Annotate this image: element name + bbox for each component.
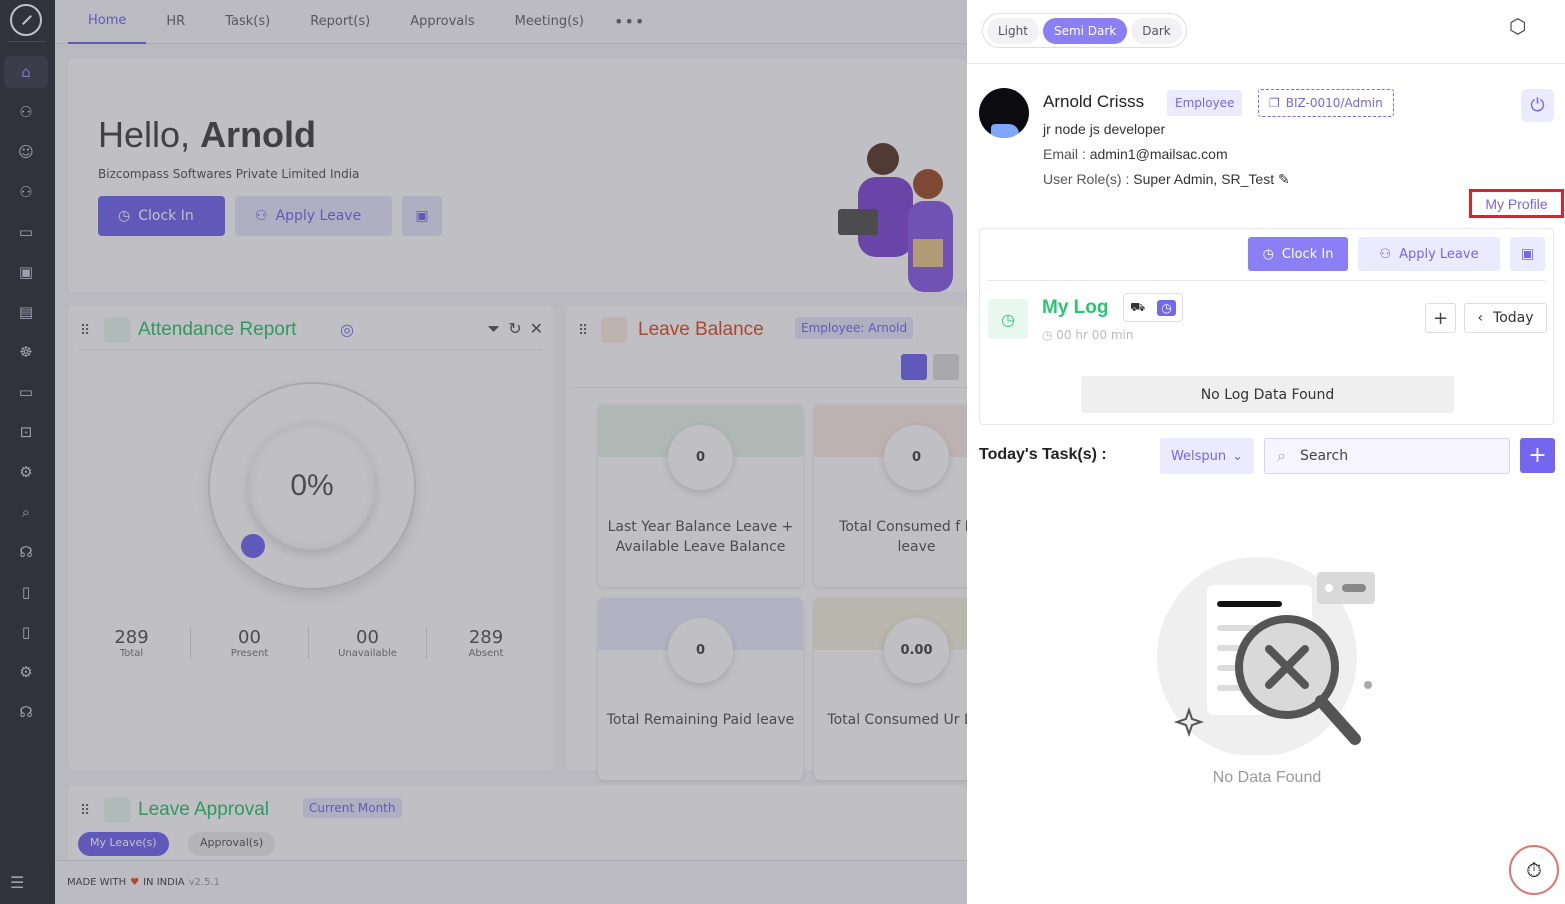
- roles-value: Super Admin, SR_Test: [1133, 171, 1275, 187]
- stopwatch-icon[interactable]: ⏱: [1509, 845, 1559, 895]
- todays-tasks-label: Today's Task(s) :: [979, 446, 1107, 463]
- employee-code-badge[interactable]: ❐ BIZ-0010/Admin: [1258, 89, 1394, 117]
- email-value: admin1@mailsac.com: [1089, 146, 1228, 162]
- theme-semi-dark-option[interactable]: Semi Dark: [1042, 17, 1128, 44]
- email-label: Email :: [1043, 146, 1086, 162]
- search-icon: ⌕: [1277, 446, 1286, 465]
- drawer-apply-leave-button[interactable]: ⚇ Apply Leave: [1358, 237, 1500, 271]
- log-duration: ◷ 00 hr 00 min: [1042, 328, 1134, 342]
- log-clock-icon: ◷: [988, 299, 1028, 339]
- avatar: [979, 88, 1029, 138]
- designation: jr node js developer: [1043, 121, 1166, 137]
- profile-name: Arnold Crisss: [1043, 92, 1145, 111]
- chevron-left-icon: ‹: [1477, 310, 1484, 326]
- id-badge-icon: ▣: [1520, 246, 1535, 262]
- add-log-button[interactable]: +: [1425, 303, 1456, 333]
- no-log-message: No Log Data Found: [1081, 376, 1454, 413]
- no-data-message: No Data Found: [1212, 769, 1322, 786]
- timer-icon[interactable]: ◷: [1157, 299, 1176, 316]
- logout-power-icon[interactable]: ⏻: [1521, 89, 1554, 122]
- search-placeholder: Search: [1299, 448, 1349, 464]
- leave-icon: ⚇: [1379, 246, 1392, 262]
- employee-code: BIZ-0010/Admin: [1285, 96, 1383, 110]
- chevron-down-icon: ⌄: [1232, 448, 1244, 464]
- drawer-badge-button[interactable]: ▣: [1510, 237, 1545, 271]
- today-button[interactable]: ‹ Today: [1464, 303, 1547, 333]
- my-profile-link[interactable]: My Profile: [1469, 189, 1564, 218]
- copy-icon: ❐: [1269, 96, 1280, 110]
- divider: [988, 280, 1545, 281]
- roles-row: User Role(s) : Super Admin, SR_Test ✎: [1043, 171, 1290, 188]
- company-select-value: Welspun: [1170, 448, 1227, 464]
- drawer-clock-in-button[interactable]: ◷ Clock In: [1248, 237, 1348, 271]
- email-row: Email : admin1@mailsac.com: [1043, 146, 1228, 162]
- role-badge: Employee: [1167, 90, 1243, 116]
- log-view-toggle: ⛟ ◷: [1123, 293, 1183, 322]
- clock-icon: ◷: [1262, 246, 1274, 262]
- my-log-panel: ◷ Clock In ⚇ Apply Leave ▣ ◷ My Log ⛟ ◷ ◷ …: [979, 228, 1554, 425]
- theme-switcher: Light Semi Dark Dark: [982, 13, 1187, 48]
- edit-pencil-icon[interactable]: ✎: [1278, 171, 1290, 187]
- empty-state-illustration: [1157, 557, 1375, 755]
- company-select[interactable]: Welspun ⌄: [1160, 438, 1254, 474]
- task-search-input[interactable]: ⌕ Search: [1264, 438, 1510, 474]
- theme-dark-option[interactable]: Dark: [1131, 17, 1182, 44]
- add-task-button[interactable]: +: [1520, 438, 1555, 473]
- profile-drawer: Light Semi Dark Dark ⬡ Arnold Crisss Emp…: [967, 0, 1565, 904]
- log-duration-value: 00 hr 00 min: [1056, 328, 1134, 342]
- today-label: Today: [1493, 310, 1534, 326]
- drawer-backdrop[interactable]: [0, 0, 967, 904]
- apply-leave-label: Apply Leave: [1399, 246, 1479, 262]
- drawer-header: Light Semi Dark Dark ⬡: [967, 0, 1565, 64]
- my-log-title: My Log: [1042, 297, 1109, 318]
- cube-settings-icon[interactable]: ⬡: [1509, 14, 1535, 40]
- clock-in-label: Clock In: [1281, 246, 1334, 262]
- roles-label: User Role(s) :: [1043, 171, 1130, 187]
- theme-light-option[interactable]: Light: [987, 17, 1039, 44]
- car-icon[interactable]: ⛟: [1130, 300, 1145, 316]
